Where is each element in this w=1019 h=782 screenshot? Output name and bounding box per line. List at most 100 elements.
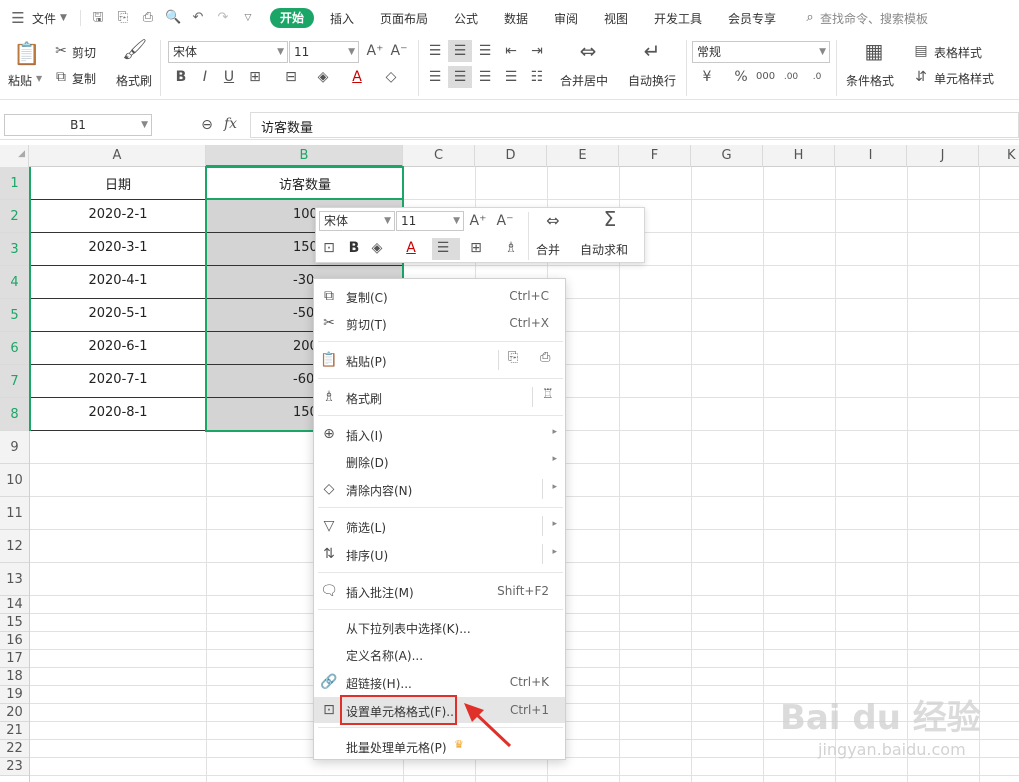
tab-page-layout[interactable]: 页面布局 <box>380 10 428 27</box>
table-cell-date[interactable]: 2020-8-1 <box>30 405 206 420</box>
table-cell-visits[interactable]: -50 <box>293 306 314 321</box>
bold-icon[interactable]: B <box>172 68 190 86</box>
select-all-corner[interactable]: ◢ <box>0 145 29 167</box>
zoom-icon[interactable]: ⊖ <box>198 116 216 134</box>
wrap-icon[interactable]: ⊡ <box>320 239 338 257</box>
indent-decrease-icon[interactable]: ⇤ <box>502 42 520 60</box>
menu-item-delete[interactable]: 删除(D) ▸ <box>314 448 565 474</box>
col-header-j[interactable]: J <box>907 145 979 167</box>
row-header[interactable]: 17 <box>0 650 29 668</box>
menu-item-insert[interactable]: ⊕ 插入(I) ▸ <box>314 421 565 447</box>
paste-icon[interactable]: 📋 <box>13 42 40 68</box>
row-header[interactable]: 23 <box>0 758 29 776</box>
export-icon[interactable]: ⎘ <box>115 10 131 26</box>
shrink-font-icon[interactable]: A⁻ <box>390 42 408 60</box>
paste-values-icon[interactable]: ⎘ <box>508 350 526 365</box>
indent-increase-icon[interactable]: ⇥ <box>528 42 546 60</box>
row-header[interactable]: 15 <box>0 614 29 632</box>
table-cell-date[interactable]: 2020-4-1 <box>30 273 206 288</box>
row-header[interactable]: 3 <box>0 233 29 266</box>
print-preview-icon[interactable]: 🔍 <box>165 10 181 26</box>
menu-item-batch-process[interactable]: 批量处理单元格(P) ♛ <box>314 733 565 759</box>
chevron-down-icon[interactable]: ▼ <box>60 13 67 23</box>
more-chevron-icon[interactable]: ▽ <box>240 10 256 26</box>
row-header[interactable]: 7 <box>0 365 29 398</box>
tab-data[interactable]: 数据 <box>504 10 528 27</box>
grow-font-icon[interactable]: A⁺ <box>469 212 487 230</box>
col-header-h[interactable]: H <box>763 145 835 167</box>
fx-icon[interactable]: fx <box>224 116 237 132</box>
conditional-format-button[interactable]: 条件格式 <box>846 72 894 89</box>
table-style-button[interactable]: 表格样式 <box>934 44 982 61</box>
copy-icon[interactable]: ⧉ <box>52 68 70 86</box>
row-header[interactable]: 20 <box>0 704 29 722</box>
cut-button[interactable]: 剪切 <box>72 44 96 61</box>
align-bottom-icon[interactable]: ☰ <box>476 42 494 60</box>
menu-item-copy[interactable]: ⧉ 复制(C) Ctrl+C <box>314 283 565 309</box>
painter-extra-icon[interactable]: ♖ <box>542 387 554 402</box>
paste-dropdown-icon[interactable]: ▼ <box>36 74 42 83</box>
number-format-select[interactable]: 常规 ▼ <box>692 41 830 63</box>
col-header-f[interactable]: F <box>619 145 691 167</box>
cell-style-icon[interactable]: ⇵ <box>912 68 930 86</box>
col-header-k[interactable]: K <box>979 145 1019 167</box>
row-header[interactable]: 22 <box>0 740 29 758</box>
row-header[interactable]: 10 <box>0 464 29 497</box>
row-header[interactable]: 6 <box>0 332 29 365</box>
row-header[interactable]: 21 <box>0 722 29 740</box>
col-header-d[interactable]: D <box>475 145 547 167</box>
sum-icon[interactable]: Σ <box>598 209 622 234</box>
row-header[interactable]: 13 <box>0 563 29 596</box>
conditional-format-icon[interactable]: ▦ <box>862 41 886 66</box>
paste-button[interactable]: 粘贴 <box>8 72 32 89</box>
table-cell-date[interactable]: 2020-7-1 <box>30 372 206 387</box>
shrink-font-icon[interactable]: A⁻ <box>496 212 514 230</box>
border-icon[interactable]: ⊞ <box>467 239 485 257</box>
table-cell-visits[interactable]: -30 <box>293 273 314 288</box>
font-color-icon[interactable]: A <box>348 68 366 86</box>
tab-formulas[interactable]: 公式 <box>454 10 478 27</box>
menu-item-hyperlink[interactable]: 🔗 超链接(H)... Ctrl+K <box>314 669 565 695</box>
tab-developer[interactable]: 开发工具 <box>654 10 702 27</box>
row-header[interactable]: 16 <box>0 632 29 650</box>
row-header[interactable]: 9 <box>0 431 29 464</box>
percent-icon[interactable]: % <box>732 68 750 86</box>
col-header-e[interactable]: E <box>547 145 619 167</box>
grow-font-icon[interactable]: A⁺ <box>366 42 384 60</box>
align-center-icon[interactable]: ☰ <box>434 239 452 257</box>
menu-item-insert-comment[interactable]: 🗨 插入批注(M) Shift+F2 <box>314 578 565 604</box>
currency-icon[interactable]: ¥ <box>698 68 716 86</box>
tab-start[interactable]: 开始 <box>270 8 314 28</box>
eraser-icon[interactable]: ◇ <box>382 68 400 86</box>
menu-item-clear[interactable]: ◇ 清除内容(N) ▸ <box>314 476 565 502</box>
thousands-icon[interactable]: 000 <box>756 68 775 86</box>
header-cell-visits[interactable]: 访客数量 <box>207 174 403 193</box>
menu-item-pick-from-list[interactable]: 从下拉列表中选择(K)... <box>314 614 565 640</box>
scissors-icon[interactable]: ✂ <box>52 42 70 60</box>
merge-button[interactable]: 合并 <box>536 241 560 258</box>
align-right-icon[interactable]: ☰ <box>476 68 494 86</box>
menu-item-filter[interactable]: ▽ 筛选(L) ▸ <box>314 513 565 539</box>
col-header-g[interactable]: G <box>691 145 763 167</box>
justify-icon[interactable]: ☰ <box>502 68 520 86</box>
menu-item-sort[interactable]: ⇅ 排序(U) ▸ <box>314 541 565 567</box>
col-header-a[interactable]: A <box>29 145 206 167</box>
font-size-select[interactable]: 11 ▼ <box>289 41 359 63</box>
cell-style-button[interactable]: 单元格样式 <box>934 70 994 87</box>
mini-font-name-select[interactable]: 宋体 ▼ <box>319 211 395 231</box>
menu-item-paste[interactable]: 📋 粘贴(P) ⎘ ⎙ <box>314 347 565 373</box>
merge-icon[interactable]: ⇔ <box>541 212 565 230</box>
menu-item-cut[interactable]: ✂ 剪切(T) Ctrl+X <box>314 310 565 336</box>
undo-icon[interactable]: ↶ <box>190 10 206 26</box>
menu-item-format-painter[interactable]: ♗ 格式刷 ♖ <box>314 384 565 410</box>
row-header[interactable]: 4 <box>0 266 29 299</box>
row-header[interactable]: 12 <box>0 530 29 563</box>
header-cell-date[interactable]: 日期 <box>30 174 206 193</box>
row-header[interactable]: 18 <box>0 668 29 686</box>
wrap-text-button[interactable]: 自动换行 <box>628 72 676 89</box>
align-left-icon[interactable]: ☰ <box>426 68 444 86</box>
bold-icon[interactable]: B <box>345 239 363 257</box>
row-header[interactable]: 19 <box>0 686 29 704</box>
italic-icon[interactable]: I <box>196 68 214 86</box>
hamburger-icon[interactable]: ☰ <box>10 10 26 26</box>
